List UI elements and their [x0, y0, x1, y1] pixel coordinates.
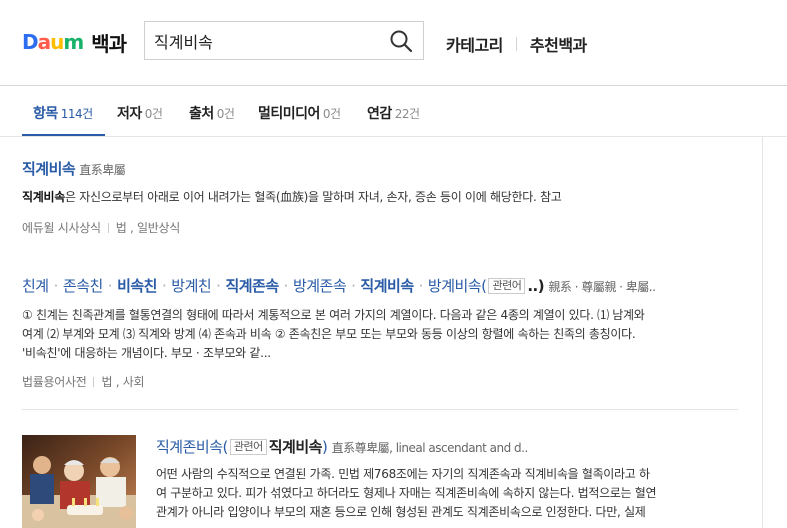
term-link[interactable]: 존속친 [63, 277, 103, 295]
top-links: 카테고리 추천백과 [446, 32, 587, 56]
term-link[interactable]: 직계비속 [360, 277, 414, 295]
category-link[interactable]: 카테고리 [446, 32, 503, 56]
result-item: 직계존비속(관련어 직계비속) 直系尊卑屬, lineal ascendant a… [156, 436, 657, 522]
daum-logo[interactable]: Daum 백과 [22, 28, 127, 57]
daum-wordmark: Daum [22, 30, 84, 54]
term-link[interactable]: 방계존속 [293, 277, 347, 295]
result-description: 직계비속은 자신으로부터 아래로 이어 내려가는 혈족(血族)을 말하며 자녀,… [22, 190, 562, 204]
term-link[interactable]: 친계 [22, 277, 49, 295]
related-word-tag: 관련어 [229, 439, 267, 455]
result-item: 직계비속 直系卑屬 직계비속은 자신으로부터 아래로 이어 내려가는 혈족(血族)… [22, 158, 562, 236]
result-title-link[interactable]: 직계존비속 [156, 438, 223, 456]
search-box [144, 21, 424, 60]
term-link[interactable]: 비속친 [117, 277, 157, 295]
service-title[interactable]: 백과 [91, 28, 127, 57]
term-link[interactable]: 방계비속 [428, 277, 482, 295]
result-description: 어떤 사람의 수직적으로 연결된 가족. 민법 제768조에는 자기의 직계존속… [156, 467, 657, 519]
result-description: ① 친계는 친족관계를 혈통연결의 형태에 따라서 계통적으로 본 여러 가지의… [22, 308, 645, 360]
link-divider [515, 37, 517, 51]
tab-items[interactable]: 항목 114건 [33, 103, 93, 123]
result-category[interactable]: 법 , 사회 [101, 375, 144, 389]
result-hanja: 直系尊卑屬, lineal ascendant and d.. [331, 441, 529, 455]
result-divider [22, 409, 738, 410]
family-photo-image [22, 435, 136, 528]
recommended-link[interactable]: 추천백과 [530, 32, 587, 56]
column-divider [762, 137, 763, 528]
result-item: 친계 · 존속친 · 비속친 · 방계친 · 직계존속 · 방계존속 · 직계비속 · 방계비속(관련어..… [22, 275, 656, 390]
result-tabs: 항목 114건 저자 0건 출처 0건 멀티미디어 0건 연감 22건 [0, 87, 787, 137]
result-category[interactable]: 법 , 일반상식 [116, 221, 181, 235]
header: Daum 백과 카테고리 추천백과 [0, 0, 787, 86]
term-link[interactable]: 방계친 [171, 277, 211, 295]
tab-multimedia[interactable]: 멀티미디어 0건 [258, 103, 341, 123]
result-title-link[interactable]: 직계비속 [22, 160, 76, 178]
term-link[interactable]: 직계존속 [225, 277, 279, 295]
search-input[interactable] [154, 29, 379, 53]
tab-sources[interactable]: 출처 0건 [189, 103, 235, 123]
result-source-link[interactable]: 에듀윌 시사상식 [22, 221, 101, 235]
related-terms-title: 친계 · 존속친 · 비속친 · 방계친 · 직계존속 · 방계존속 · 직계비속 · 방계비속(관련어..… [22, 277, 656, 295]
result-meta: 에듀윌 시사상식 법 , 일반상식 [22, 219, 562, 236]
result-hanja: 直系卑屬 [79, 163, 126, 177]
result-meta: 법률용어사전 법 , 사회 [22, 373, 655, 390]
result-hanja: 親系 · 尊屬親 · 卑屬.. [548, 280, 656, 294]
result-source-link[interactable]: 법률용어사전 [22, 375, 87, 389]
active-tab-indicator [22, 134, 105, 136]
search-icon [390, 30, 413, 53]
tab-yearbook[interactable]: 연감 22건 [367, 103, 420, 123]
result-thumbnail[interactable] [22, 435, 136, 528]
related-word-tag: 관련어 [488, 278, 526, 294]
search-button[interactable] [389, 29, 413, 53]
tab-authors[interactable]: 저자 0건 [117, 103, 163, 123]
related-word-link[interactable]: 직계비속 [269, 438, 323, 456]
